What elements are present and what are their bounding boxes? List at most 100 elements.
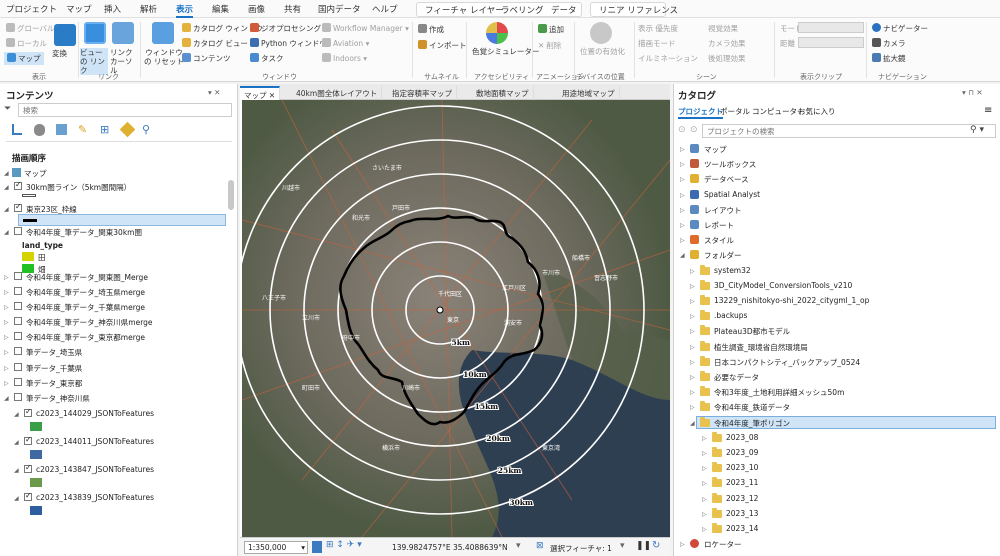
animation-add-button[interactable]: 追加	[538, 24, 564, 35]
catalog-pane-options-icon[interactable]: ▾ ⊓ ✕	[962, 88, 983, 97]
draw-mode-button[interactable]: 描画モード	[638, 38, 676, 49]
navigator-button[interactable]: ナビゲーター	[872, 23, 928, 34]
tab-insert[interactable]: 挿入	[104, 3, 121, 15]
tab-labeling[interactable]: ラベリング	[501, 4, 544, 16]
map-root-label[interactable]: マップ	[24, 168, 47, 179]
tab-map[interactable]: マップ	[66, 3, 92, 15]
catalog-view-button[interactable]: カタログ ビュー	[182, 38, 248, 49]
tab-domestic-data[interactable]: 国内データ	[318, 3, 361, 15]
layer-expand-arrow[interactable]: ▷	[4, 380, 9, 387]
layer-expand-arrow[interactable]: ▷	[4, 289, 9, 296]
link-cursor-button[interactable]: リンク カーソル	[110, 48, 138, 75]
catalog-tab-favorites[interactable]: お気に入り	[798, 106, 836, 117]
camera-button[interactable]: カメラ	[872, 38, 906, 49]
layer-expand-arrow[interactable]: ◢	[4, 206, 9, 213]
folder-label[interactable]: 令和4年度_筆ポリゴン	[714, 418, 790, 429]
reset-windows-button[interactable]: ウィンドウの リセット	[144, 48, 184, 66]
tab-linear-referencing[interactable]: リニア リファレンス	[599, 4, 678, 16]
folder-label[interactable]: 令和4年度_鉄道データ	[714, 402, 790, 413]
layer-visibility-checkbox[interactable]	[24, 407, 32, 417]
layer-expand-arrow[interactable]: ◢	[14, 495, 19, 502]
catalog-item-label[interactable]: ロケーター	[704, 539, 742, 550]
view-tab-zoning[interactable]: 用途地域マップ	[558, 86, 620, 100]
folder-label[interactable]: 日本コンパクトシティ_バックアップ_0524	[714, 357, 860, 368]
catalog-item-label[interactable]: ツールボックス	[704, 159, 756, 170]
layer-expand-arrow[interactable]: ◢	[4, 229, 9, 236]
catalog-expand-arrow[interactable]: ◢	[680, 252, 685, 259]
layer-expand-arrow[interactable]: ◢	[14, 411, 19, 418]
view-tab-site-area[interactable]: 敷地面積マップ	[472, 86, 534, 100]
layer-visibility-checkbox[interactable]	[14, 363, 22, 371]
layer-visibility-checkbox[interactable]	[24, 435, 32, 445]
folder-expand-arrow[interactable]: ▷	[690, 359, 695, 366]
visual-effects-button[interactable]: 視覚効果	[708, 23, 738, 34]
folder-expand-arrow[interactable]: ▷	[690, 374, 695, 381]
edit-icon[interactable]: ✎	[78, 123, 87, 136]
subfolder-expand-arrow[interactable]: ▷	[702, 450, 707, 457]
folder-expand-arrow[interactable]: ▷	[690, 268, 695, 275]
layer-label[interactable]: 筆データ_千葉県	[26, 363, 82, 374]
view-tab-layout[interactable]: 40km圏全体レイアウト	[292, 86, 383, 100]
folder-expand-arrow[interactable]: ▷	[690, 389, 695, 396]
layer-label[interactable]: 令和4年度_筆データ_関東30km圏	[26, 227, 142, 238]
layer-expand-arrow[interactable]: ▷	[4, 304, 9, 311]
folder-label[interactable]: 必要なデータ	[714, 372, 759, 383]
snapping-icon[interactable]: ⊞	[100, 123, 109, 136]
filter-icon[interactable]: ⏷	[4, 104, 11, 114]
catalog-expand-arrow[interactable]: ▷	[680, 192, 685, 199]
layer-label[interactable]: c2023_143847_JSONToFeatures	[36, 465, 154, 474]
catalog-menu-icon[interactable]: ≡	[984, 105, 992, 116]
layer-visibility-checkbox[interactable]	[14, 272, 22, 280]
contents-button[interactable]: コンテンツ	[182, 53, 231, 64]
layer-visibility-checkbox[interactable]	[14, 347, 22, 355]
catalog-search-icon[interactable]: ⚲ ▾	[970, 125, 984, 135]
layer-label[interactable]: 筆データ_神奈川県	[26, 393, 90, 404]
refresh-icon[interactable]: ↻	[652, 540, 660, 551]
illumination-button[interactable]: イルミネーション	[638, 53, 698, 64]
catalog-expand-arrow[interactable]: ▷	[680, 207, 685, 214]
layer-expand-arrow[interactable]: ▷	[4, 319, 9, 326]
layer-label[interactable]: 筆データ_東京都	[26, 378, 82, 389]
tab-share[interactable]: 共有	[284, 3, 301, 15]
layer-expand-arrow[interactable]: ◢	[4, 184, 9, 191]
layer-expand-arrow[interactable]: ◢	[14, 467, 19, 474]
catalog-item-label[interactable]: レイアウト	[704, 205, 742, 216]
subfolder-label[interactable]: 2023_11	[726, 478, 758, 487]
layer-visibility-checkbox[interactable]	[14, 332, 22, 340]
catalog-expand-arrow[interactable]: ▷	[680, 146, 685, 153]
layer-visibility-checkbox[interactable]	[14, 287, 22, 295]
contents-scrollbar[interactable]	[228, 180, 234, 210]
catalog-expand-arrow[interactable]: ▷	[680, 176, 685, 183]
catalog-tab-project[interactable]: プロジェクト	[678, 106, 723, 119]
link-views-button[interactable]: ビューの リンク	[80, 48, 108, 75]
indoors-button[interactable]: Indoors ▾	[322, 53, 367, 63]
grid-icon[interactable]: ⊞ ↕ ✈ ▾	[326, 540, 362, 550]
subfolder-expand-arrow[interactable]: ▷	[702, 435, 707, 442]
layer-label[interactable]: c2023_144011_JSONToFeatures	[36, 437, 154, 446]
catalog-expand-arrow[interactable]: ▷	[680, 541, 685, 548]
tab-project[interactable]: プロジェクト	[6, 3, 57, 15]
camera-effects-button[interactable]: カメラ効果	[708, 38, 746, 49]
layer-expand-arrow[interactable]: ◢	[4, 395, 9, 402]
catalog-item-label[interactable]: マップ	[704, 144, 727, 155]
map-tool-icon[interactable]	[312, 541, 322, 553]
selection-tool-icon[interactable]: ⊠	[536, 541, 544, 551]
layer-label[interactable]: 令和4年度_筆データ_千葉県merge	[26, 302, 145, 313]
folder-expand-arrow[interactable]: ▷	[690, 313, 695, 320]
catalog-expand-arrow[interactable]: ▷	[680, 222, 685, 229]
catalog-expand-arrow[interactable]: ▷	[680, 161, 685, 168]
subfolder-expand-arrow[interactable]: ▷	[702, 511, 707, 518]
folder-label[interactable]: 3D_CityModel_ConversionTools_v210	[714, 281, 852, 290]
python-window-button[interactable]: Python ウィンドウ	[250, 38, 327, 49]
tab-help[interactable]: ヘルプ	[372, 3, 398, 15]
tasks-button[interactable]: タスク	[250, 53, 284, 64]
subfolder-label[interactable]: 2023_14	[726, 524, 758, 533]
catalog-item-label[interactable]: スタイル	[704, 235, 734, 246]
folder-expand-arrow[interactable]: ▷	[690, 283, 695, 290]
folder-label[interactable]: .backups	[714, 311, 747, 320]
tab-imagery[interactable]: 画像	[248, 3, 265, 15]
selection-options-icon[interactable]: ▾	[620, 541, 625, 551]
catalog-expand-arrow[interactable]: ▷	[680, 237, 685, 244]
map-canvas[interactable]: 5km 10km 15km 20km 25km 30km 川越市 さいたま市 戸田市 和光市 東京…	[242, 100, 670, 537]
subfolder-expand-arrow[interactable]: ▷	[702, 480, 707, 487]
